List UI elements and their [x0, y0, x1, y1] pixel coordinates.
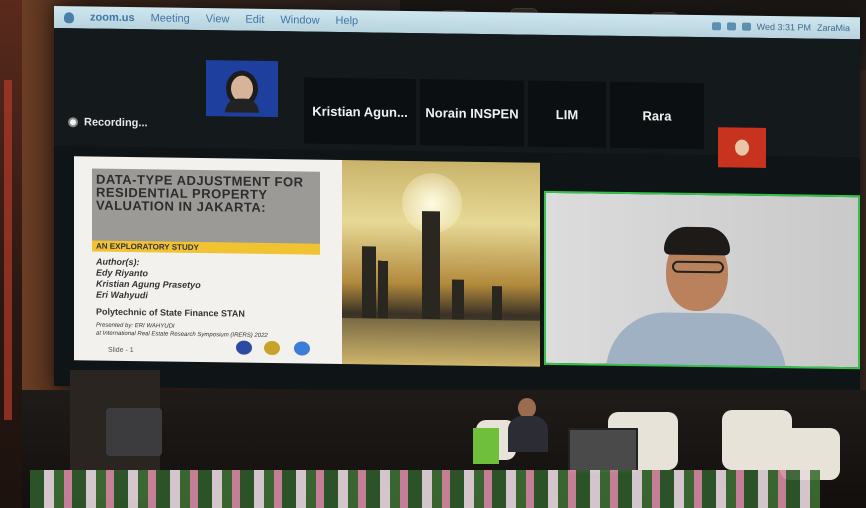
- menu-window[interactable]: Window: [280, 14, 319, 27]
- building: [362, 246, 376, 319]
- participant-name: LIM: [555, 106, 579, 122]
- participant-tile[interactable]: LIM: [528, 80, 606, 148]
- participant-tile[interactable]: Kristian Agun...: [304, 77, 416, 146]
- participant-avatar: [735, 139, 749, 156]
- projection-screen: zoom.us Meeting View Edit Window Help We…: [54, 6, 860, 398]
- speaker-glasses: [672, 260, 724, 274]
- participant-tile[interactable]: Norain INSPEN: [420, 79, 524, 147]
- institution-logo-icon: [236, 340, 252, 355]
- slide-author: Eri Wahyudi: [96, 289, 148, 301]
- stan-logo-icon: [264, 340, 280, 356]
- speaker-shirt: [606, 311, 786, 370]
- symposium-logo-icon: [294, 341, 310, 356]
- menu-app-name[interactable]: zoom.us: [90, 12, 135, 25]
- menubar-status-area: Wed 3:31 PM ZaraMia: [711, 21, 860, 33]
- skyscraper: [422, 211, 440, 320]
- building: [378, 260, 388, 319]
- wifi-icon[interactable]: [726, 22, 736, 31]
- participant-strip: Recording... Kristian Agun... Norain INS…: [54, 28, 860, 168]
- slide-subtitle: AN EXPLORATORY STUDY: [92, 240, 320, 255]
- slide-presenter: Presented by: ERI WAHYUDI: [96, 322, 175, 330]
- slide-title: DATA-TYPE ADJUSTMENT FOR RESIDENTIAL PRO…: [96, 171, 304, 215]
- participant-name: Rara: [642, 107, 672, 124]
- participant-tile[interactable]: Rara: [610, 81, 704, 150]
- slide-institution: Polytechnic of State Finance STAN: [96, 306, 245, 319]
- record-icon: [68, 117, 78, 128]
- building: [452, 279, 464, 320]
- menubar-clock[interactable]: Wed 3:31 PM: [757, 22, 811, 33]
- menu-edit[interactable]: Edit: [245, 14, 264, 26]
- menu-help[interactable]: Help: [336, 15, 359, 27]
- video-camera: [106, 408, 162, 456]
- speaker-hair: [664, 226, 730, 256]
- green-bag: [473, 428, 499, 464]
- seated-moderator: [508, 398, 548, 452]
- left-wall: [0, 0, 22, 508]
- participant-tile-video[interactable]: [718, 127, 766, 168]
- wall-banner: [4, 80, 12, 420]
- recording-label: Recording...: [84, 116, 148, 130]
- slide-number: Slide - 1: [108, 346, 134, 355]
- zoom-status-icon[interactable]: [711, 22, 721, 31]
- active-speaker-video[interactable]: [544, 190, 860, 370]
- slide-event: at International Real Estate Research Sy…: [96, 330, 268, 339]
- apple-icon[interactable]: [64, 11, 74, 23]
- shared-slide: DATA-TYPE ADJUSTMENT FOR RESIDENTIAL PRO…: [74, 156, 342, 365]
- participant-name: Norain INSPEN: [425, 104, 519, 121]
- menu-meeting[interactable]: Meeting: [151, 12, 190, 25]
- participant-tile-video[interactable]: [206, 60, 278, 118]
- slide-author: Edy Riyanto: [96, 267, 149, 279]
- water-reflection: [342, 318, 540, 367]
- slide-authors-label: Author(s):: [96, 256, 140, 268]
- participant-name: Kristian Agun...: [312, 103, 408, 120]
- flower-arrangement: [30, 470, 820, 508]
- recording-indicator[interactable]: Recording...: [68, 116, 148, 129]
- battery-icon[interactable]: [741, 22, 751, 31]
- laptop-monitor: [568, 428, 638, 474]
- participant-shoulders: [225, 98, 259, 113]
- slide-author: Kristian Agung Prasetyo: [96, 278, 201, 291]
- slide-city-photo: [342, 160, 540, 367]
- menubar-account[interactable]: ZaraMia: [817, 23, 850, 33]
- building: [492, 286, 502, 321]
- menu-view[interactable]: View: [206, 13, 230, 25]
